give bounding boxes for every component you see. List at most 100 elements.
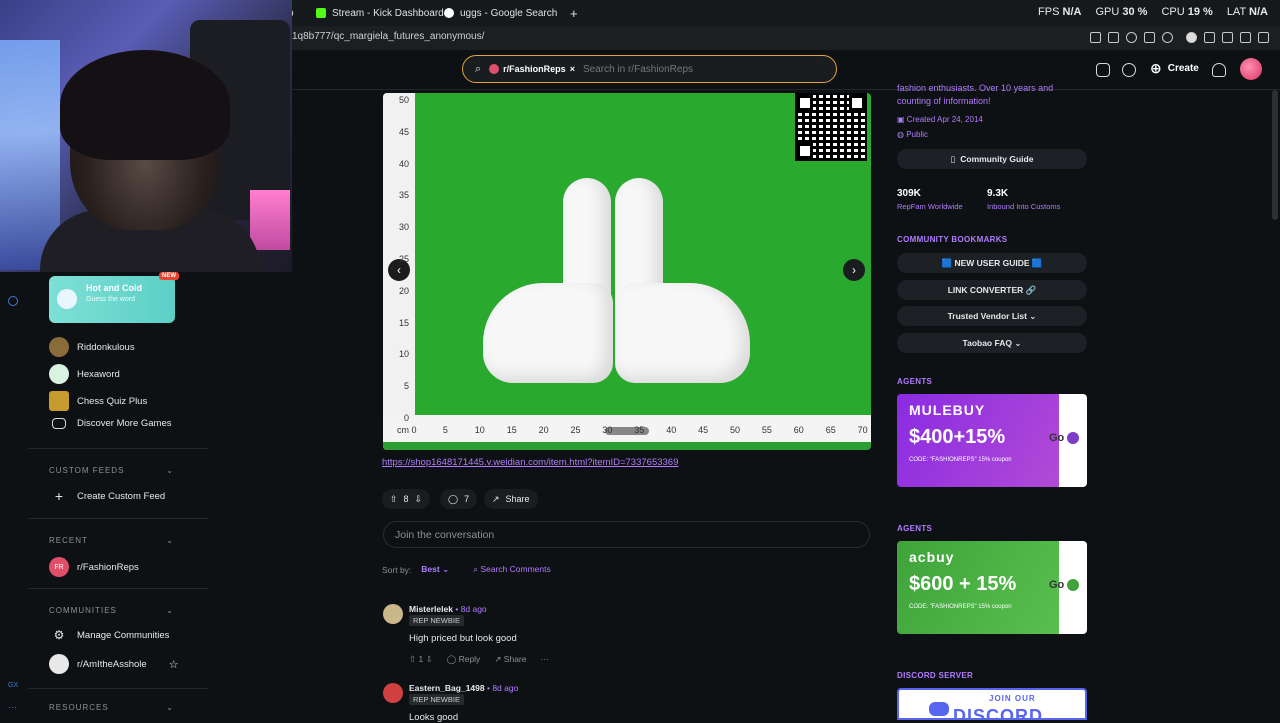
notifications-icon[interactable] (1212, 63, 1226, 77)
ads-icon[interactable] (1096, 63, 1110, 77)
search-comments-button[interactable]: ⌕ Search Comments (473, 564, 551, 575)
sidebar-item-chess-quiz[interactable]: Chess Quiz Plus (49, 391, 147, 411)
ruler-tick-label: 45 (698, 425, 709, 435)
member-count: 309K (897, 188, 921, 199)
manage-communities-button[interactable]: ⚙ Manage Communities (49, 628, 170, 642)
heart-icon[interactable] (1162, 32, 1173, 43)
ruler-tick-label: 35 (634, 425, 645, 435)
sidebar-item-amitheasshole[interactable]: r/AmItheAsshole ☆ (49, 654, 179, 674)
plus-icon: ⊕ (1150, 60, 1162, 76)
resources-heading[interactable]: RESOURCES ⌄ (49, 703, 174, 712)
community-guide-button[interactable]: ▯ Community Guide (897, 149, 1087, 169)
new-badge: NEW (159, 272, 179, 280)
bookmark-icon[interactable] (1090, 32, 1101, 43)
divider (28, 448, 208, 449)
chevron-down-icon: ⌄ (166, 466, 174, 475)
share-button[interactable]: ↗ Share (494, 654, 526, 665)
upvote-icon[interactable]: ⇧ (390, 494, 398, 505)
sidebar-item-hexaword[interactable]: Hexaword (49, 364, 120, 384)
screenshot-icon[interactable] (1108, 32, 1119, 43)
extension-s-icon[interactable] (1186, 32, 1197, 43)
comment-author[interactable]: Eastern_Bag_1498 • 8d ago (409, 683, 518, 693)
chat-icon[interactable] (1122, 63, 1136, 77)
globe-icon: ◍ (897, 130, 904, 139)
discord-banner[interactable]: JOIN OUR DISCORD (897, 688, 1087, 720)
bookmark-link-converter[interactable]: LINK CONVERTER 🔗 (897, 280, 1087, 300)
acbuy-ad[interactable]: acbuy $600 + 15% CODE: "FASHIONREPS" 15%… (897, 541, 1087, 634)
ruler-tick-label: 20 (538, 425, 549, 435)
sort-dropdown[interactable]: Best ⌄ (421, 564, 449, 575)
block-icon[interactable] (1126, 32, 1137, 43)
custom-feeds-heading[interactable]: CUSTOM FEEDS ⌄ (49, 466, 174, 475)
sidebar-item-discover-games[interactable]: Discover More Games (49, 418, 172, 429)
join-conversation-input[interactable]: Join the conversation (383, 521, 870, 548)
post-image-carousel[interactable]: ‹ › 50 45 40 35 30 25 20 15 10 5 0 cm 0 5 10 15 20 25 30 3… (383, 93, 871, 450)
ad-code: CODE: "FASHIONREPS" 15% coupon (909, 604, 1012, 610)
sidebar-item-riddonkulous[interactable]: Riddonkulous (49, 337, 135, 357)
ad-go-button[interactable]: Go (1049, 432, 1080, 444)
bookmark-new-user-guide[interactable]: 🟦 NEW USER GUIDE 🟦 (897, 253, 1087, 273)
visibility: ◍ Public (897, 130, 929, 139)
create-button[interactable]: ⊕ Create (1150, 60, 1199, 77)
carousel-next-button[interactable]: › (843, 259, 865, 281)
ruler-tick-label: 10 (474, 425, 485, 435)
gpu-stat: GPU 30 % (1095, 6, 1148, 18)
search-bar[interactable]: ⌕ r/FashionReps × (462, 55, 837, 83)
vote-count: 8 (403, 494, 409, 504)
arrow-right-icon (1067, 432, 1080, 444)
download-icon[interactable] (1240, 32, 1251, 43)
user-flair: REP NEWBIE (409, 615, 464, 626)
url-text[interactable]: 1q8b777/qc_margiela_futures_anonymous/ (292, 31, 484, 42)
tab-google-search[interactable]: uggs - Google Search (444, 4, 557, 22)
more-icon[interactable]: ··· (8, 702, 17, 712)
puzzle-icon[interactable] (1222, 32, 1233, 43)
subreddit-chip[interactable]: r/FashionReps × (489, 64, 575, 74)
ad-brand: MULEBUY (909, 402, 986, 418)
play-icon[interactable] (1144, 32, 1155, 43)
ruler-tick-label: 20 (398, 285, 409, 296)
book-icon: ▯ (950, 153, 956, 164)
extension-icon[interactable] (1204, 32, 1215, 43)
chevron-down-icon: ⌄ (166, 703, 174, 712)
google-icon (444, 8, 454, 18)
bookmark-taobao-faq[interactable]: Taobao FAQ ⌄ (897, 333, 1087, 353)
menu-icon[interactable] (1258, 32, 1269, 43)
bookmark-trusted-vendor-list[interactable]: Trusted Vendor List ⌄ (897, 306, 1087, 326)
sidebar-item-label: r/FashionReps (77, 561, 139, 573)
new-tab-button[interactable]: + (570, 4, 578, 22)
ruler-tick-label: 10 (398, 349, 409, 360)
star-icon[interactable]: ☆ (169, 658, 179, 671)
gear-icon[interactable] (8, 296, 18, 306)
sidebar-item-fashionreps[interactable]: FR r/FashionReps (49, 557, 139, 577)
post-link[interactable]: https://shop1648171445.v.weidian.com/ite… (382, 457, 678, 468)
recent-heading[interactable]: RECENT ⌄ (49, 536, 174, 545)
ad-go-button[interactable]: Go (1049, 579, 1080, 591)
ruler-tick-label: 0 (403, 413, 409, 423)
vote-buttons[interactable]: ⇧ 8 ⇩ (382, 489, 431, 509)
comments-button[interactable]: ◯ 7 (440, 489, 478, 509)
share-button[interactable]: ↗ Share (484, 489, 538, 509)
mulebuy-ad[interactable]: MULEBUY $400+15% CODE: "FASHIONREPS" 15%… (897, 394, 1087, 487)
communities-heading[interactable]: COMMUNITIES ⌄ (49, 606, 174, 615)
ruler-tick-label: 25 (570, 425, 581, 435)
tab-kick-dashboard[interactable]: Stream - Kick Dashboard (316, 4, 444, 22)
vote-buttons[interactable]: ⇧ 1 ⇩ (409, 654, 433, 665)
downvote-icon[interactable]: ⇩ (415, 494, 423, 505)
agents-heading: AGENTS (897, 524, 933, 533)
search-input[interactable] (582, 63, 783, 75)
more-options-button[interactable]: ··· (540, 654, 549, 665)
comment-author[interactable]: Misterlelek • 8d ago (409, 604, 487, 614)
comment-avatar[interactable] (383, 604, 403, 624)
hot-and-cold-promo[interactable]: Hot and Cold Guess the word NEW (49, 272, 179, 323)
page-scrollbar[interactable] (1272, 90, 1278, 220)
share-label: Share (505, 494, 530, 504)
close-icon[interactable]: × (570, 64, 575, 74)
create-custom-feed-button[interactable]: + Create Custom Feed (49, 488, 165, 504)
subreddit-chip-avatar (489, 64, 500, 74)
user-avatar[interactable] (1240, 58, 1262, 80)
comment-avatar[interactable] (383, 683, 403, 703)
create-label: Create (1167, 63, 1199, 74)
reply-button[interactable]: ◯ Reply (447, 654, 481, 665)
created-date: ▣ Created Apr 24, 2014 (897, 115, 983, 124)
community-description: fashion enthusiasts. Over 10 years and c… (897, 83, 1054, 106)
